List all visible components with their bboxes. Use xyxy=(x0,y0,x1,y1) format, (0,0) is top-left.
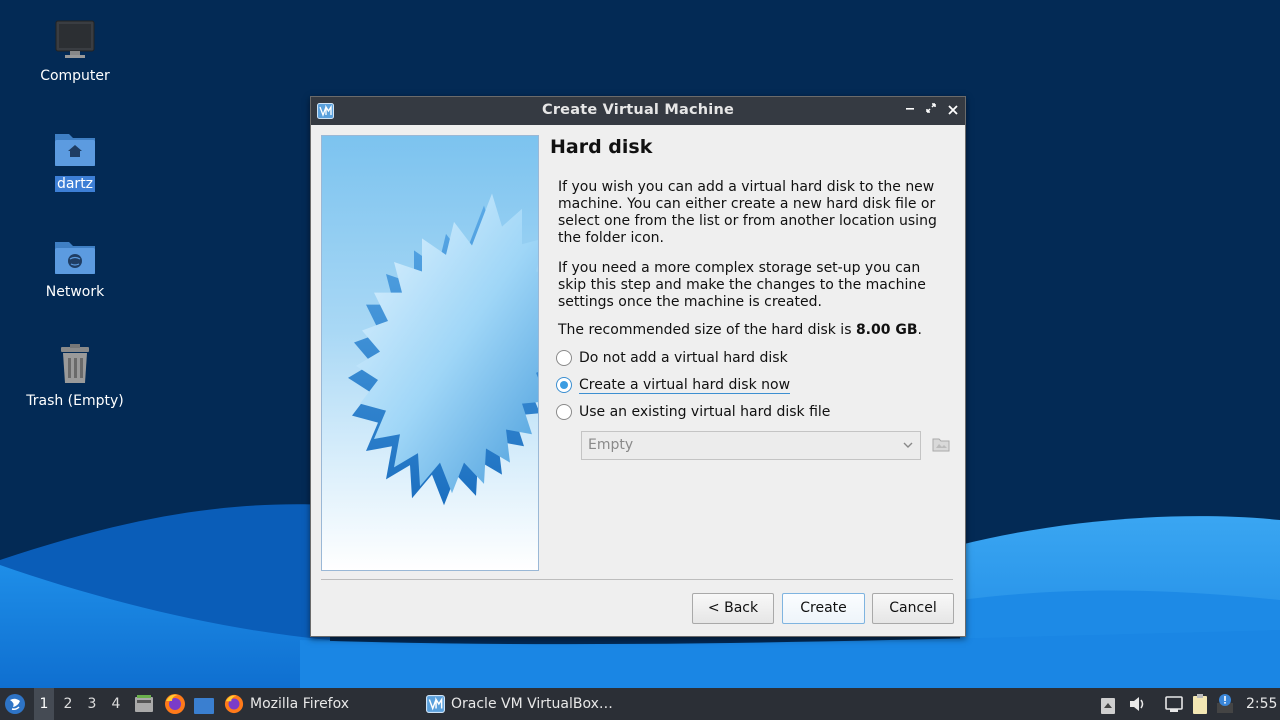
minimize-button[interactable] xyxy=(901,101,919,119)
existing-disk-select[interactable]: Empty xyxy=(581,431,921,460)
clipboard-icon xyxy=(1193,694,1207,714)
storage-note-paragraph: If you need a more complex storage set-u… xyxy=(558,260,926,310)
create-button[interactable]: Create xyxy=(782,593,865,624)
desktop-icon-label: Computer xyxy=(40,68,110,84)
recommended-size-value: 8.00 GB xyxy=(855,322,918,338)
desktop-icon-label: Network xyxy=(45,284,105,300)
app-menu-icon xyxy=(5,694,25,714)
select-value: Empty xyxy=(588,437,634,453)
workspace-2[interactable]: 2 xyxy=(58,688,78,720)
desktop-icon-label: dartz xyxy=(54,176,96,192)
close-icon xyxy=(948,105,958,115)
network-icon xyxy=(1165,696,1183,712)
updates-button[interactable] xyxy=(1215,693,1235,715)
workspace-3[interactable]: 3 xyxy=(82,688,102,720)
desktop-icon-label: Trash (Empty) xyxy=(26,393,124,409)
minimize-icon xyxy=(906,108,914,110)
wizard-side-image xyxy=(321,135,539,571)
tray-menu-button[interactable] xyxy=(1100,695,1116,714)
radio-existing-hard-disk[interactable]: Use an existing virtual hard disk file xyxy=(556,402,830,422)
taskbar: 1 2 3 4 Mozilla Firefox Oracle VM Virtua… xyxy=(0,688,1280,720)
radio-button[interactable] xyxy=(556,377,572,393)
firefox-icon xyxy=(165,694,185,714)
create-vm-dialog: Create Virtual Machine Hard disk If you … xyxy=(310,96,966,637)
radio-label: Create a virtual hard disk now xyxy=(579,376,791,394)
desktop-icon xyxy=(194,698,214,714)
computer-icon xyxy=(53,18,97,62)
dialog-titlebar[interactable]: Create Virtual Machine xyxy=(311,97,965,125)
clipboard-button[interactable] xyxy=(1190,693,1210,715)
maximize-button[interactable] xyxy=(922,101,940,119)
radio-label: Use an existing virtual hard disk file xyxy=(579,404,831,420)
firefox-icon xyxy=(224,694,244,714)
starburst-graphic xyxy=(348,193,538,506)
chevron-up-icon xyxy=(1101,698,1115,714)
button-separator xyxy=(321,579,953,580)
virtualbox-icon xyxy=(426,695,445,713)
back-button[interactable]: < Back xyxy=(692,593,774,624)
radio-label: Do not add a virtual hard disk xyxy=(579,350,788,366)
task-label: Oracle VM VirtualBox… xyxy=(451,696,613,712)
desktop-icon-network[interactable]: Network xyxy=(15,234,135,300)
update-notification-icon xyxy=(1217,694,1233,713)
task-firefox[interactable]: Mozilla Firefox xyxy=(224,688,349,720)
show-desktop-button[interactable] xyxy=(193,695,215,714)
network-folder-icon xyxy=(53,234,97,278)
description-paragraph: If you wish you can add a virtual hard d… xyxy=(558,179,937,246)
page-heading: Hard disk xyxy=(550,136,653,158)
desktop-icon-trash[interactable]: Trash (Empty) xyxy=(15,343,135,409)
recommended-size-text: The recommended size of the hard disk is… xyxy=(558,322,948,339)
cancel-button[interactable]: Cancel xyxy=(872,593,954,624)
close-button[interactable] xyxy=(944,101,962,119)
radio-create-hard-disk[interactable]: Create a virtual hard disk now xyxy=(556,375,791,395)
desktop-icon-home[interactable]: dartz xyxy=(15,126,135,192)
radio-button[interactable] xyxy=(556,404,572,420)
radio-no-hard-disk[interactable]: Do not add a virtual hard disk xyxy=(556,348,788,368)
folder-icon xyxy=(932,438,950,452)
workspace-4[interactable]: 4 xyxy=(106,688,126,720)
clock[interactable]: 2:55 xyxy=(1246,688,1277,720)
chevron-down-icon xyxy=(902,432,914,469)
volume-icon xyxy=(1130,697,1144,711)
file-manager-launcher[interactable] xyxy=(134,694,154,714)
maximize-icon xyxy=(926,103,936,113)
workspace-1[interactable]: 1 xyxy=(34,688,54,720)
task-virtualbox[interactable]: Oracle VM VirtualBox… xyxy=(426,688,613,720)
volume-button[interactable] xyxy=(1127,694,1147,714)
file-manager-icon xyxy=(135,695,153,712)
recommended-size-prefix: The recommended size of the hard disk is xyxy=(558,322,856,338)
radio-button[interactable] xyxy=(556,350,572,366)
desktop-icon-computer[interactable]: Computer xyxy=(15,18,135,84)
choose-disk-file-button[interactable] xyxy=(931,435,951,453)
start-menu-button[interactable] xyxy=(4,693,26,715)
home-folder-icon xyxy=(53,126,97,170)
firefox-launcher[interactable] xyxy=(164,693,186,715)
dialog-title: Create Virtual Machine xyxy=(541,102,735,118)
network-status-button[interactable] xyxy=(1164,694,1184,714)
trash-icon xyxy=(53,343,97,387)
recommended-size-suffix: . xyxy=(917,322,922,338)
task-label: Mozilla Firefox xyxy=(250,696,350,712)
